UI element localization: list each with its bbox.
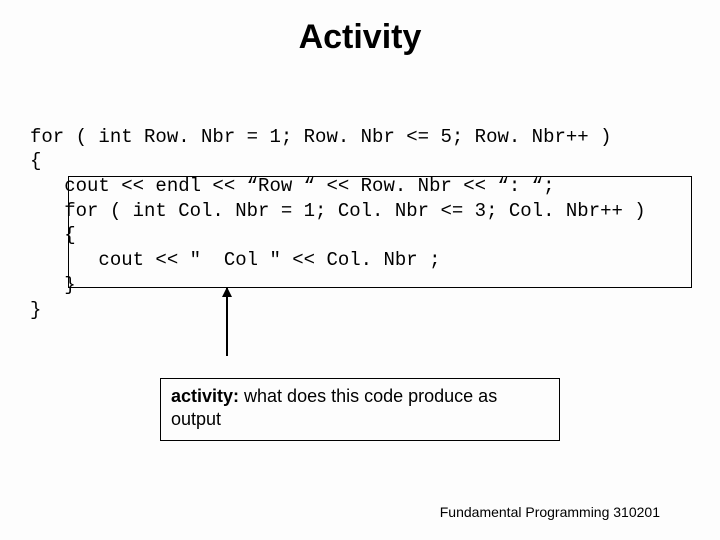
code-line-6: cout << " Col " << Col. Nbr ; bbox=[30, 249, 440, 271]
code-line-4: for ( int Col. Nbr = 1; Col. Nbr <= 3; C… bbox=[30, 200, 646, 222]
code-line-2: { bbox=[30, 150, 41, 172]
code-line-5: { bbox=[30, 224, 76, 246]
arrow-connector bbox=[226, 288, 228, 356]
code-block: for ( int Row. Nbr = 1; Row. Nbr <= 5; R… bbox=[30, 100, 690, 322]
code-line-3: cout << endl << “Row “ << Row. Nbr << “:… bbox=[30, 175, 555, 197]
slide-title: Activity bbox=[0, 0, 720, 57]
code-line-7: } bbox=[30, 274, 76, 296]
code-line-8: } bbox=[30, 299, 41, 321]
code-line-1: for ( int Row. Nbr = 1; Row. Nbr <= 5; R… bbox=[30, 126, 612, 148]
footer-text: Fundamental Programming 310201 bbox=[440, 504, 660, 520]
activity-callout: activity: what does this code produce as… bbox=[160, 378, 560, 441]
activity-label: activity: bbox=[171, 386, 239, 406]
